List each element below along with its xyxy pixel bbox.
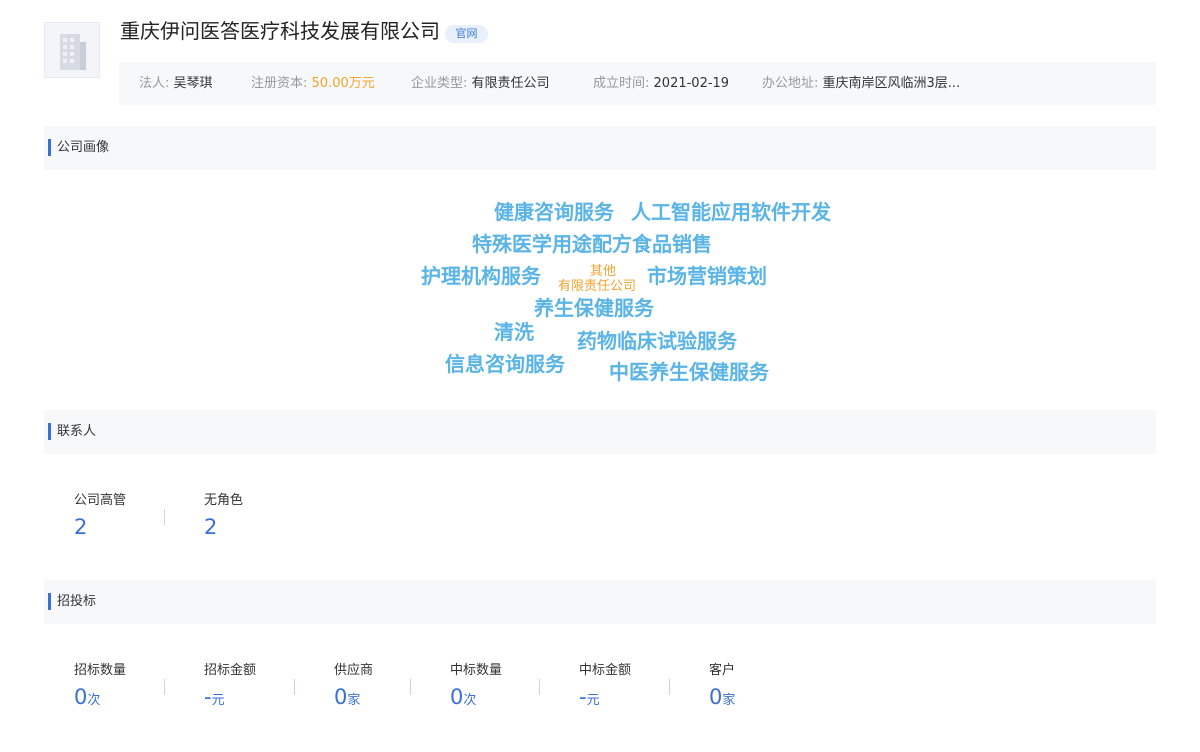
cloud-word[interactable]: 其他 <box>590 264 616 280</box>
cloud-word[interactable]: 健康咨询服务 <box>494 200 614 224</box>
cloud-word[interactable]: 护理机构服务 <box>421 264 541 288</box>
cloud-word[interactable]: 人工智能应用软件开发 <box>631 200 831 224</box>
founded-date: 成立时间: 2021-02-19 <box>593 62 729 105</box>
cloud-word[interactable]: 市场营销策划 <box>647 264 767 288</box>
stat-label: 招标金额 <box>204 663 257 678</box>
stat-label: 公司高管 <box>74 493 127 508</box>
stat-number: - <box>579 685 587 709</box>
stat-executives[interactable]: 公司高管 2 <box>74 493 126 540</box>
cloud-word[interactable]: 中医养生保健服务 <box>609 360 769 384</box>
section-accent-bar <box>48 139 51 156</box>
cloud-word[interactable]: 清洗 <box>494 320 534 344</box>
stat-tender-count[interactable]: 招标数量 0次 <box>74 663 126 714</box>
section-accent-bar <box>48 593 51 610</box>
stat-label: 无角色 <box>204 493 244 508</box>
bidding-section-title: 招投标 <box>57 594 97 609</box>
company-type-label: 企业类型: <box>411 76 468 91</box>
legal-rep-value[interactable]: 吴琴琪 <box>174 76 213 91</box>
stat-no-role[interactable]: 无角色 2 <box>204 493 243 540</box>
stat-number: 0 <box>450 685 464 709</box>
stat-number: 0 <box>709 685 723 709</box>
company-type: 企业类型: 有限责任公司 <box>411 62 550 105</box>
stat-value: 0次 <box>74 684 126 714</box>
stat-label: 客户 <box>709 663 736 678</box>
stat-unit: 次 <box>87 693 101 708</box>
registered-capital-value: 50.00万元 <box>311 76 375 91</box>
stat-label: 供应商 <box>334 663 374 678</box>
stat-unit: 元 <box>586 693 600 708</box>
stat-label: 中标金额 <box>579 663 632 678</box>
stat-win-amount[interactable]: 中标金额 -元 <box>579 663 631 714</box>
stat-divider <box>294 679 295 695</box>
stat-tender-amount[interactable]: 招标金额 -元 <box>204 663 256 714</box>
stat-unit: 次 <box>463 693 477 708</box>
founded-date-label: 成立时间: <box>593 76 650 91</box>
stat-value: -元 <box>579 684 631 714</box>
stat-unit: 家 <box>722 693 736 708</box>
cloud-word[interactable]: 特殊医学用途配方食品销售 <box>472 232 712 256</box>
official-site-badge[interactable]: 官网 <box>445 25 488 43</box>
bidding-section-header: 招投标 <box>44 580 1156 624</box>
company-info-bar: 法人: 吴琴琪 注册资本: 50.00万元 企业类型: 有限责任公司 成立时间:… <box>119 62 1156 105</box>
stat-value: 0家 <box>334 684 373 714</box>
cloud-word[interactable]: 信息咨询服务 <box>445 352 565 376</box>
stat-divider <box>669 679 670 695</box>
stat-number: 0 <box>334 685 348 709</box>
founded-date-value: 2021-02-19 <box>653 76 730 91</box>
stat-label: 招标数量 <box>74 663 127 678</box>
company-type-value: 有限责任公司 <box>471 76 550 91</box>
company-logo <box>44 22 100 78</box>
registered-capital: 注册资本: 50.00万元 <box>251 62 375 105</box>
stat-value: 2 <box>204 515 218 539</box>
contacts-section-header: 联系人 <box>44 410 1156 454</box>
stat-value: 0次 <box>450 684 502 714</box>
stat-divider <box>410 679 411 695</box>
stat-label: 中标数量 <box>450 663 503 678</box>
stat-value: 2 <box>74 515 88 539</box>
office-address-value[interactable]: 重庆南岸区风临洲3层... <box>823 76 961 91</box>
contacts-section-title: 联系人 <box>57 424 97 439</box>
section-accent-bar <box>48 423 51 440</box>
cloud-word[interactable]: 有限责任公司 <box>558 279 636 295</box>
cloud-word[interactable]: 养生保健服务 <box>534 296 654 320</box>
stat-divider <box>539 679 540 695</box>
company-name: 重庆伊问医答医疗科技发展有限公司 <box>120 19 440 43</box>
stat-value: -元 <box>204 684 256 714</box>
stat-value: 0家 <box>709 684 735 714</box>
legal-rep-label: 法人: <box>139 76 170 91</box>
building-icon <box>60 34 86 70</box>
office-address-label: 办公地址: <box>762 76 819 91</box>
stat-divider <box>164 509 165 525</box>
stat-divider <box>164 679 165 695</box>
stat-customers[interactable]: 客户 0家 <box>709 663 735 714</box>
stat-win-count[interactable]: 中标数量 0次 <box>450 663 502 714</box>
stat-unit: 元 <box>211 693 225 708</box>
stat-unit: 家 <box>347 693 361 708</box>
portrait-section-header: 公司画像 <box>44 126 1156 170</box>
office-address: 办公地址: 重庆南岸区风临洲3层... <box>762 62 960 105</box>
stat-number: 0 <box>74 685 88 709</box>
stat-suppliers[interactable]: 供应商 0家 <box>334 663 373 714</box>
cloud-word[interactable]: 药物临床试验服务 <box>577 329 737 353</box>
portrait-section-title: 公司画像 <box>57 140 110 155</box>
registered-capital-label: 注册资本: <box>251 76 308 91</box>
stat-number: - <box>204 685 212 709</box>
legal-rep: 法人: 吴琴琪 <box>139 62 213 105</box>
